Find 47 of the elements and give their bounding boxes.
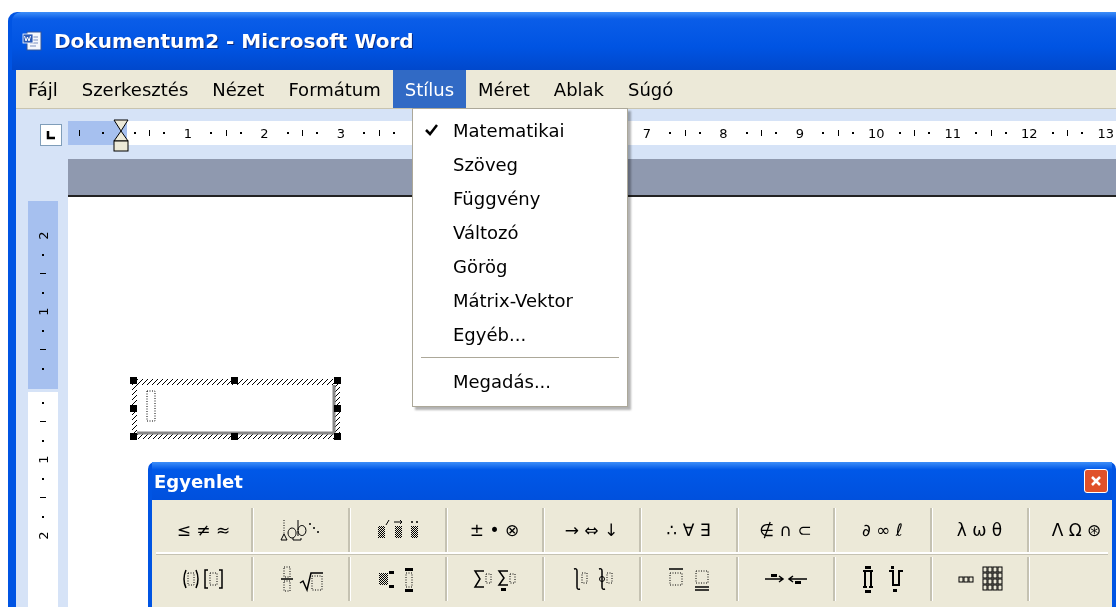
ruler-number: 9 bbox=[794, 125, 805, 141]
ruler-number: 2 bbox=[35, 231, 51, 240]
menu-option[interactable]: Görög bbox=[413, 249, 627, 283]
menu-item[interactable]: Méret bbox=[466, 70, 542, 108]
ruler-number: 2 bbox=[35, 531, 51, 540]
indent-marker-icon[interactable] bbox=[113, 119, 129, 155]
ruler-number: 3 bbox=[335, 125, 346, 141]
matrix-icon bbox=[956, 565, 1003, 593]
menu-option[interactable]: Függvény bbox=[413, 181, 627, 215]
document-app-icon bbox=[22, 30, 44, 52]
menu-option[interactable]: Matematikai bbox=[413, 113, 627, 147]
tab-stop-button[interactable] bbox=[40, 124, 62, 146]
symbol-palette-button[interactable]: ∴ ∀ ∃ bbox=[641, 508, 738, 552]
ruler-number: 2 bbox=[259, 125, 270, 141]
menu-item[interactable]: Formátum bbox=[276, 70, 393, 108]
symbol-palette-button[interactable]: λ ω θ bbox=[932, 508, 1029, 552]
ruler-number: 12 bbox=[1020, 125, 1039, 141]
ruler-number: 8 bbox=[718, 125, 729, 141]
menu-item[interactable]: Súgó bbox=[616, 70, 686, 108]
symbol-palette-button[interactable]: ≤ ≠ ≈ bbox=[156, 508, 253, 552]
ruler-number: 11 bbox=[943, 125, 962, 141]
close-icon bbox=[1090, 475, 1102, 487]
left-tab-icon bbox=[46, 130, 56, 140]
symbol-palette-button[interactable]: ∉ ∩ ⊂ bbox=[738, 508, 835, 552]
ruler-number: 7 bbox=[641, 125, 652, 141]
menu-option[interactable]: Szöveg bbox=[413, 147, 627, 181]
close-button[interactable] bbox=[1084, 469, 1108, 493]
symbol-palette-button[interactable]: ± • ⊗ bbox=[447, 508, 544, 552]
window-title: Dokumentum2 - Microsoft Word bbox=[54, 29, 414, 53]
ruler-number: 1 bbox=[182, 125, 193, 141]
ruler-number: 13 bbox=[1096, 125, 1115, 141]
ruler-number: 10 bbox=[867, 125, 886, 141]
menu-item[interactable]: Stílus bbox=[392, 70, 467, 108]
menu-option[interactable]: Változó bbox=[413, 215, 627, 249]
menu-option[interactable]: Egyéb... bbox=[413, 317, 627, 351]
ruler-number: 1 bbox=[35, 307, 51, 316]
menu-item[interactable]: Ablak bbox=[541, 70, 616, 108]
menu-item[interactable]: Nézet bbox=[200, 70, 277, 108]
menu-option[interactable]: Mátrix-Vektor bbox=[413, 283, 627, 317]
menu-option[interactable]: Megadás... bbox=[413, 364, 627, 398]
menu-item[interactable]: Szerkesztés bbox=[69, 70, 201, 108]
ruler-number: 1 bbox=[35, 455, 51, 464]
menu-item[interactable]: Fájl bbox=[16, 70, 70, 108]
toolbar-title: Egyenlet bbox=[154, 470, 243, 492]
symbol-palette-button[interactable]: → ⇔ ↓ bbox=[544, 508, 641, 552]
symbol-palette-button[interactable]: ∂ ∞ ℓ bbox=[835, 508, 932, 552]
symbol-palette-button[interactable]: Λ Ω ⊛ bbox=[1029, 508, 1116, 552]
